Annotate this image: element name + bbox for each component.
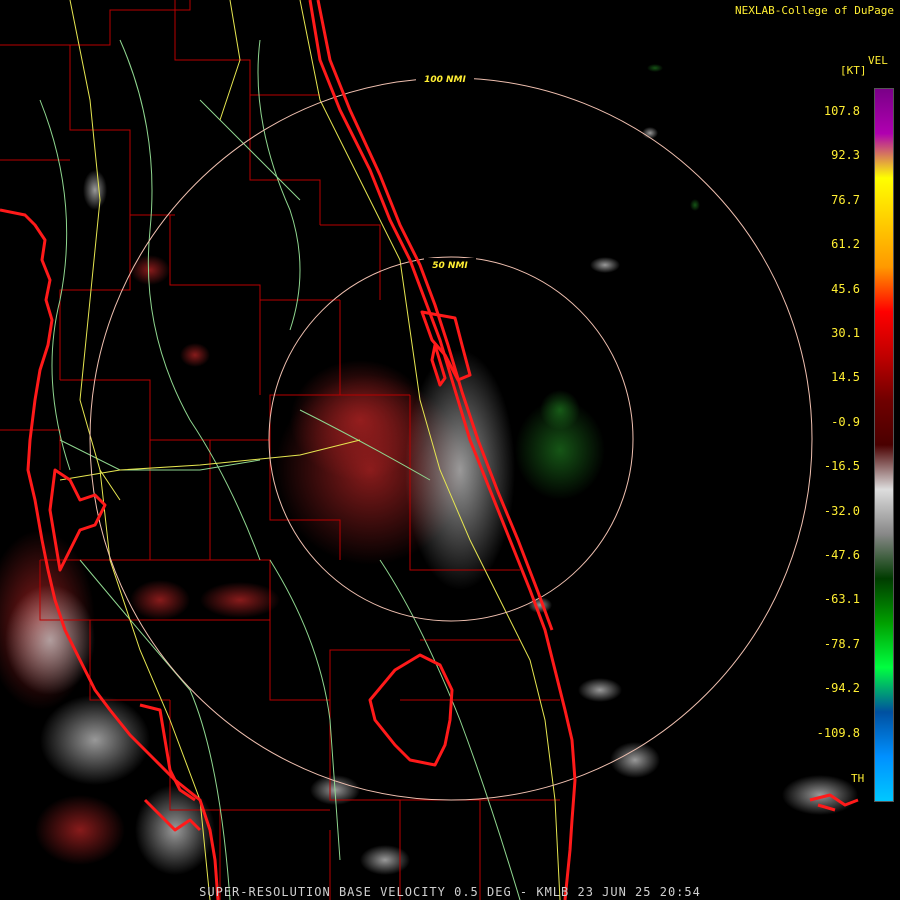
- legend-tick: 14.5: [831, 370, 860, 385]
- legend-tick: -78.7: [823, 636, 860, 651]
- legend-footer-code: TH: [851, 772, 865, 785]
- legend-tick: -63.1: [823, 592, 860, 607]
- legend-tick: 61.2: [831, 237, 860, 252]
- ring-label-50: 50 NMI: [432, 261, 468, 271]
- legend-tick: -32.0: [823, 503, 860, 518]
- legend-tick: 92.3: [831, 148, 860, 163]
- legend-tick: -16.5: [823, 459, 860, 474]
- legend-product-code: VEL: [868, 54, 888, 67]
- legend-tick: -109.8: [816, 725, 860, 740]
- legend-tick: 30.1: [831, 326, 860, 340]
- velocity-color-scale: [874, 88, 894, 802]
- legend-tick: -94.2: [823, 681, 860, 696]
- legend-unit: [KT]: [840, 64, 867, 77]
- credit-label: NEXLAB-College of DuPage: [735, 4, 894, 17]
- ring-label-100: 100 NMI: [424, 75, 466, 85]
- legend-tick: -47.6: [823, 548, 860, 562]
- legend-tick: 76.7: [831, 192, 860, 207]
- legend-tick: 107.8: [823, 104, 860, 118]
- legend-tick: -0.9: [831, 414, 860, 429]
- radar-map: 100 NMI 50 NMI: [0, 0, 859, 900]
- legend-tick: 45.6: [831, 281, 860, 296]
- product-caption: SUPER-RESOLUTION BASE VELOCITY 0.5 DEG -…: [199, 885, 701, 899]
